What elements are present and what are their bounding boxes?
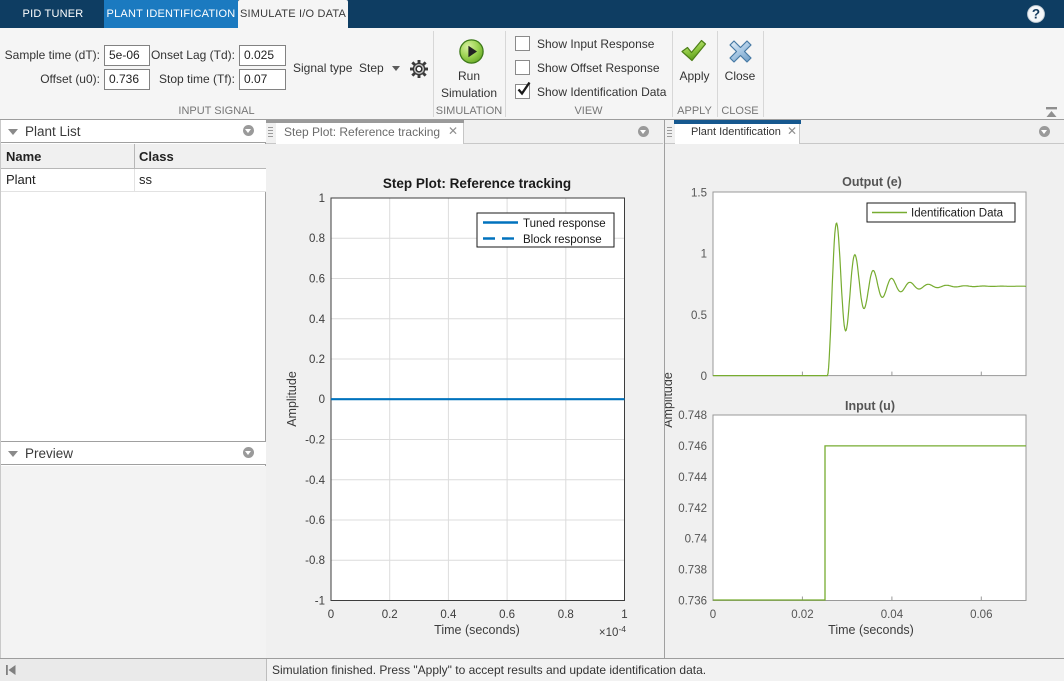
svg-text:0.8: 0.8 (558, 609, 574, 621)
svg-text:1: 1 (621, 609, 627, 621)
svg-text:1: 1 (319, 193, 325, 205)
svg-text:0.2: 0.2 (382, 609, 398, 621)
svg-text:Tuned response: Tuned response (523, 218, 606, 230)
svg-text:0.744: 0.744 (678, 472, 707, 484)
svg-text:0.2: 0.2 (309, 354, 325, 366)
svg-text:0.06: 0.06 (970, 609, 992, 621)
svg-text:1: 1 (701, 249, 707, 261)
svg-text:-0.2: -0.2 (305, 435, 325, 447)
svg-text:-1: -1 (315, 596, 325, 608)
svg-text:Output (e): Output (e) (842, 175, 902, 189)
svg-text:Time (seconds): Time (seconds) (434, 623, 520, 637)
svg-text:0.04: 0.04 (881, 609, 904, 621)
svg-text:0.738: 0.738 (678, 565, 707, 577)
svg-text:Step Plot: Reference tracking: Step Plot: Reference tracking (383, 176, 571, 191)
svg-text:0.748: 0.748 (678, 410, 707, 422)
svg-text:0.4: 0.4 (309, 314, 326, 326)
svg-text:Amplitude: Amplitude (665, 372, 675, 428)
svg-text:1.5: 1.5 (691, 188, 707, 200)
svg-text:0: 0 (701, 371, 707, 383)
svg-text:Input (u): Input (u) (845, 399, 895, 413)
svg-text:-0.6: -0.6 (305, 515, 325, 527)
svg-text:-0.8: -0.8 (305, 555, 325, 567)
svg-text:0: 0 (710, 609, 716, 621)
svg-text:?: ? (1032, 7, 1040, 22)
svg-text:Time (seconds): Time (seconds) (828, 623, 914, 637)
svg-text:0.746: 0.746 (678, 441, 707, 453)
svg-text:0.8: 0.8 (309, 233, 325, 245)
svg-text:Amplitude: Amplitude (285, 371, 299, 427)
svg-text:0.02: 0.02 (791, 609, 813, 621)
svg-text:0: 0 (328, 609, 334, 621)
svg-text:Block response: Block response (523, 234, 602, 246)
svg-text:0.6: 0.6 (309, 274, 325, 286)
svg-text:0.5: 0.5 (691, 310, 707, 322)
svg-text:0.742: 0.742 (678, 503, 707, 515)
svg-text:0: 0 (319, 394, 325, 406)
svg-text:-0.4: -0.4 (305, 475, 325, 487)
svg-text:0.736: 0.736 (678, 596, 707, 608)
svg-text:0.6: 0.6 (499, 609, 515, 621)
svg-text:0.74: 0.74 (685, 534, 708, 546)
svg-text:0.4: 0.4 (440, 609, 457, 621)
svg-text:Identification Data: Identification Data (911, 208, 1004, 220)
